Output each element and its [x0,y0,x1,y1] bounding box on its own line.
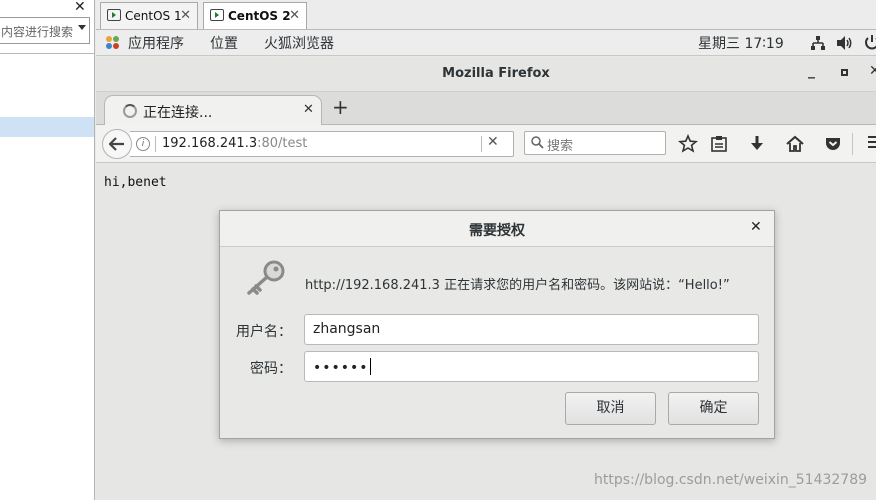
vm-tab-label: CentOS 2 [228,9,291,23]
username-input[interactable]: zhangsan [304,314,759,345]
vm-tab-centos-2[interactable]: CentOS 2 ✕ [203,2,307,29]
site-info-icon[interactable]: i [136,137,150,151]
close-icon[interactable]: ✕ [180,3,191,29]
vm-list-item[interactable]: S 7 自动 [0,217,94,237]
close-window-icon[interactable]: ✕ [869,63,876,79]
home-icon[interactable] [785,134,805,154]
back-button[interactable] [102,129,132,159]
window-title: Mozilla Firefox [442,66,550,81]
search-icon [531,136,544,149]
url-divider [155,136,156,152]
vm-list-item[interactable]: S 6 [0,197,94,217]
vm-list-item[interactable]: S 8 Cobbler [0,237,94,257]
vm-list-item[interactable]: S 5 [0,177,94,197]
toolbar-divider [852,133,853,155]
reading-list-icon[interactable] [709,134,729,154]
ok-button[interactable]: 确定 [668,392,759,425]
dialog-header: 需要授权 ✕ [220,211,774,247]
menu-icon[interactable] [868,136,876,148]
library-search-input[interactable]: 内容进行搜索 [0,17,90,44]
vm-list-item[interactable]: S 1 [0,97,94,117]
maximize-icon[interactable] [841,69,848,76]
search-placeholder: 搜索 [547,139,574,154]
loading-spinner-icon [123,104,137,118]
pocket-icon[interactable] [823,134,843,154]
password-label: 密码： [250,361,292,377]
url-host: 192.168.241.3 [162,136,258,151]
firefox-nav-bar: i 192.168.241.3:80/test ✕ 搜索 [96,125,876,163]
power-icon[interactable] [864,34,876,51]
dialog-title: 需要授权 [469,223,525,239]
password-input[interactable]: •••••• [304,351,759,382]
clock[interactable]: 星期三 17∶19 [698,33,784,53]
menu-places[interactable]: 位置 [210,33,238,53]
vm-tab-label: CentOS 1 [125,9,182,23]
volume-icon[interactable] [836,35,854,51]
library-close-icon[interactable]: ✕ [74,0,86,15]
url-bar[interactable]: i 192.168.241.3:80/test ✕ [130,131,514,157]
auth-message: http://192.168.241.3 正在请求您的用户名和密码。该网站说：“… [305,278,730,293]
search-input[interactable]: 搜索 [524,131,666,155]
text-caret [369,358,371,375]
browser-tab[interactable]: 正在连接... ✕ [104,95,322,126]
network-icon[interactable] [810,35,826,51]
close-tab-icon[interactable]: ✕ [303,102,314,117]
vm-list-item[interactable]: 机 [0,57,94,77]
vm-list-item[interactable]: ows 10 x64 [0,77,94,97]
vm-tab-strip: CentOS 1 ✕ CentOS 2 ✕ [96,0,876,30]
close-icon[interactable]: ✕ [289,3,300,29]
vm-running-icon [210,9,224,21]
vm-list-item[interactable]: S 3 [0,137,94,157]
menu-firefox[interactable]: 火狐浏览器 [264,33,334,53]
watermark: https://blog.csdn.net/weixin_51432789 [594,472,868,488]
dialog-close-icon[interactable]: ✕ [750,219,762,235]
new-tab-icon[interactable]: + [332,95,349,119]
minimize-icon[interactable]: _ [808,63,815,79]
download-icon[interactable] [747,134,767,154]
password-mask: •••••• [313,360,369,376]
gnome-top-bar: 应用程序 位置 火狐浏览器 星期三 17∶19 [96,30,876,56]
back-arrow-icon [109,137,124,151]
firefox-titlebar: Mozilla Firefox _ ✕ [96,57,876,92]
applications-icon[interactable] [106,36,120,50]
stop-loading-icon[interactable]: ✕ [487,134,499,150]
cancel-button[interactable]: 取消 [565,392,656,425]
vm-library-pane: ✕ 内容进行搜索 机ows 10 x64S 1S 2S 3S 4S 5S 6S … [0,0,95,500]
vm-tab-centos-1[interactable]: CentOS 1 ✕ [100,2,198,29]
vm-running-icon [107,9,121,21]
vm-list: 机ows 10 x64S 1S 2S 3S 4S 5S 6S 7 自动S 8 C… [0,53,94,500]
url-path: :80/test [257,136,308,151]
library-search-placeholder: 内容进行搜索 [1,25,74,39]
username-label: 用户名： [236,324,292,340]
page-body-text: hi,benet [104,175,167,190]
search-dropdown-icon[interactable] [78,25,86,30]
menu-applications[interactable]: 应用程序 [128,33,184,53]
browser-tab-label: 正在连接... [143,105,213,121]
vm-list-item[interactable]: S 2 [0,117,94,137]
url-divider [481,136,482,152]
vm-list-item[interactable]: S 4 [0,157,94,177]
key-icon [247,260,285,295]
url-text[interactable]: 192.168.241.3:80/test [162,136,307,151]
auth-dialog: 需要授权 ✕ http://192.168.241.3 正在请求您的用户名和密码… [219,210,775,439]
firefox-tab-bar: 正在连接... ✕ + [96,92,876,126]
bookmark-star-icon[interactable] [678,134,698,154]
vm-list-item[interactable]: 拟机 [0,257,94,277]
